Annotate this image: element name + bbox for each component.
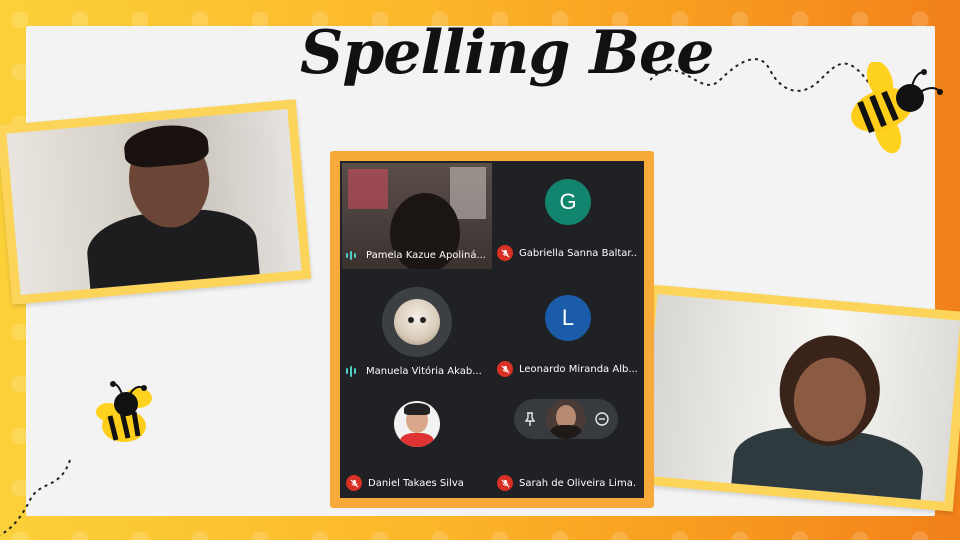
participant-tile[interactable]: G Gabriella Sanna Baltar... bbox=[493, 163, 643, 269]
student-photo-left bbox=[0, 99, 312, 305]
participant-name-row: Sarah de Oliveira Lima... bbox=[497, 475, 637, 491]
participant-tile[interactable]: L Leonardo Miranda Alb... bbox=[493, 279, 643, 385]
participant-tile[interactable]: Daniel Takaes Silva bbox=[342, 393, 492, 499]
participant-name: Gabriella Sanna Baltar... bbox=[519, 247, 637, 259]
bee-icon bbox=[851, 62, 943, 154]
participant-name: Manuela Vitória Akab... bbox=[366, 365, 482, 377]
avatar bbox=[546, 399, 586, 439]
student-photo-right bbox=[631, 284, 960, 512]
participant-name: Leonardo Miranda Alb... bbox=[519, 363, 637, 375]
mic-off-icon bbox=[497, 361, 513, 377]
mic-off-icon bbox=[346, 475, 362, 491]
meet-screenshot-frame: Pamela Kazue Apoliná... G Gabriella Sann… bbox=[330, 151, 654, 508]
avatar: G bbox=[545, 179, 591, 225]
participant-name: Sarah de Oliveira Lima... bbox=[519, 477, 637, 489]
participant-name-row: Pamela Kazue Apoliná... bbox=[346, 249, 486, 261]
pin-icon[interactable] bbox=[522, 411, 538, 427]
participant-name-row: Daniel Takaes Silva bbox=[346, 475, 486, 491]
student-photo-left-image bbox=[6, 109, 302, 295]
participant-name-row: Leonardo Miranda Alb... bbox=[497, 361, 637, 377]
bee-icon bbox=[96, 381, 152, 442]
participant-name-row: Gabriella Sanna Baltar... bbox=[497, 245, 637, 261]
avatar: L bbox=[545, 295, 591, 341]
participant-tile[interactable]: Pamela Kazue Apoliná... bbox=[342, 163, 492, 269]
speaking-indicator-icon bbox=[346, 249, 360, 261]
speaking-indicator-icon bbox=[346, 365, 360, 377]
mic-off-icon bbox=[497, 475, 513, 491]
avatar bbox=[394, 401, 440, 447]
slide-title: Spelling Bee bbox=[300, 18, 714, 88]
mic-off-icon bbox=[497, 245, 513, 261]
participant-name: Daniel Takaes Silva bbox=[368, 477, 464, 489]
student-photo-right-image bbox=[641, 294, 960, 502]
tile-hover-controls bbox=[514, 399, 618, 439]
participant-tile[interactable]: Manuela Vitória Akab... bbox=[342, 279, 492, 385]
meet-grid: Pamela Kazue Apoliná... G Gabriella Sann… bbox=[340, 161, 644, 498]
participant-name: Pamela Kazue Apoliná... bbox=[366, 249, 486, 261]
avatar bbox=[382, 287, 452, 357]
participant-name-row: Manuela Vitória Akab... bbox=[346, 365, 486, 377]
remove-icon[interactable] bbox=[594, 411, 610, 427]
